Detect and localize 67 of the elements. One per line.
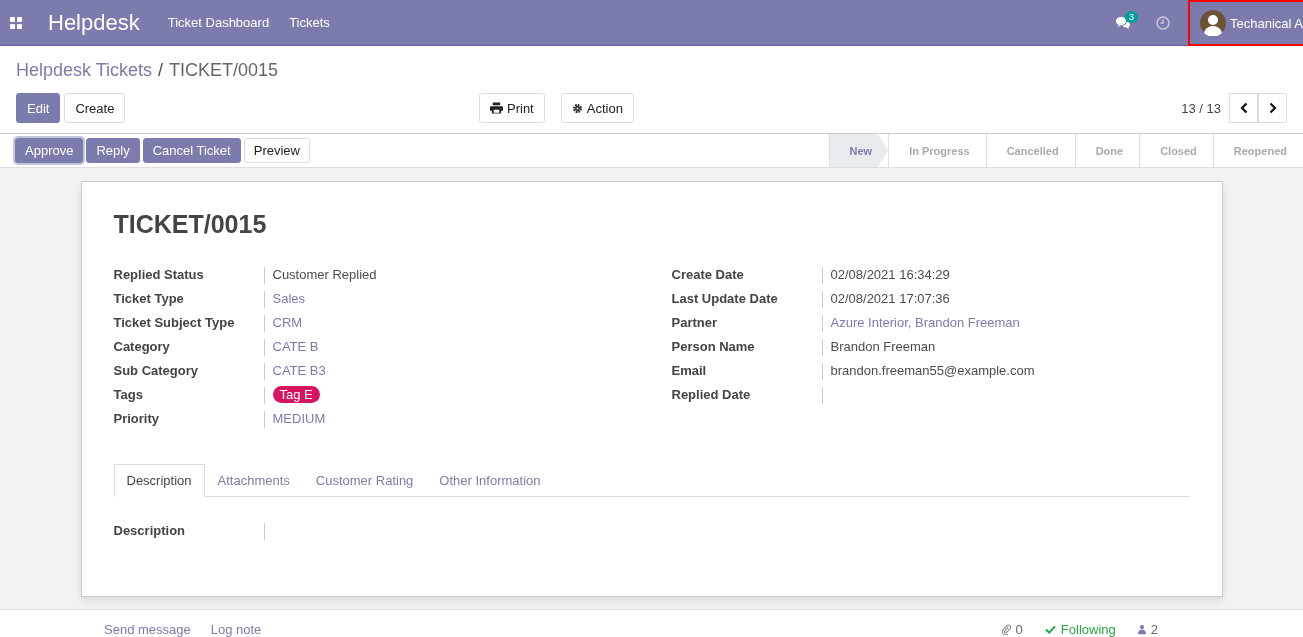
tag-pill[interactable]: Tag E [272,386,320,403]
breadcrumb-current: TICKET/0015 [169,60,279,81]
field-label: Partner [671,315,719,332]
form-button[interactable]: Edit [16,93,61,123]
field-link[interactable]: Sales [272,291,306,306]
field-label: Ticket Type [113,291,185,308]
nav-menu-item[interactable]: Ticket Dashboard [167,15,270,30]
field-label: Person Name [671,339,756,356]
field-label: Ticket Subject Type [113,315,236,332]
field-link[interactable]: CRM [272,315,303,330]
apps-menu-icon[interactable] [10,16,22,29]
form-button[interactable]: Create [64,93,126,123]
avatar-icon [1200,10,1226,36]
gear-icon [571,102,583,114]
followers-count[interactable]: 2 [1137,622,1158,637]
app-title: Helpdesk [48,9,140,36]
field-label: Tags [113,387,144,404]
person-icon [1137,624,1146,635]
following-button[interactable]: Following [1044,622,1116,637]
field-label: Last Update Date [671,291,779,308]
breadcrumb-link[interactable]: Helpdesk Tickets [16,60,153,81]
field-link[interactable]: CATE B [272,339,319,354]
field-value: brandon.freeman55@example.com [830,363,1035,378]
notebook-tab[interactable]: Attachments [204,464,303,497]
attachments-count[interactable]: 0 [1001,622,1023,637]
check-icon [1044,625,1056,634]
field-label: Replied Status [113,267,205,284]
nav-menu-item[interactable]: Tickets [289,15,330,30]
field-label: Create Date [671,267,745,284]
field-label: Description [113,523,186,540]
chat-icon[interactable] [1115,15,1131,30]
field-label: Category [113,339,171,356]
stage-step[interactable]: New [828,134,889,167]
chevron-right-icon [1268,102,1277,114]
previous-button[interactable] [1229,93,1258,123]
field-value: Customer Replied [272,267,377,282]
ticket-title: TICKET/0015 [113,210,268,239]
breadcrumb-separator: / [158,60,164,81]
field-value: 02/08/2021 17:07:36 [830,291,950,306]
field-value: 02/08/2021 16:34:29 [830,267,950,282]
log-note-link[interactable]: Log note [210,622,262,637]
notebook-tab[interactable]: Other Information [426,464,554,497]
field-label: Priority [113,411,160,428]
field-link[interactable]: Azure Interior, Brandon Freeman [830,315,1020,330]
field-link[interactable]: MEDIUM [272,411,326,426]
notebook-tab[interactable]: Customer Rating [302,464,427,497]
pager-value: 13 / 13 [1181,100,1221,116]
field-label: Replied Date [671,387,752,404]
print-button[interactable]: Print [479,93,545,123]
action-button[interactable]: Action [560,93,634,123]
send-message-link[interactable]: Send message [104,622,191,637]
header-button[interactable]: Approve [15,138,84,163]
printer-icon [490,102,503,114]
user-menu[interactable]: Techanical A [1188,0,1303,46]
field-label: Sub Category [113,363,199,380]
message-count-badge: 3 [1125,10,1138,23]
header-button[interactable]: Preview [243,138,310,163]
field-value: Brandon Freeman [830,339,936,354]
field-link[interactable]: CATE B3 [272,363,326,378]
field-label: Email [671,363,708,380]
clock-icon[interactable] [1156,15,1170,30]
chevron-left-icon [1239,102,1248,114]
paperclip-icon [1001,624,1011,635]
next-button[interactable] [1258,93,1287,123]
header-button[interactable]: Cancel Ticket [142,138,241,163]
notebook-tab[interactable]: Description [113,464,205,497]
header-button[interactable]: Reply [86,138,140,163]
